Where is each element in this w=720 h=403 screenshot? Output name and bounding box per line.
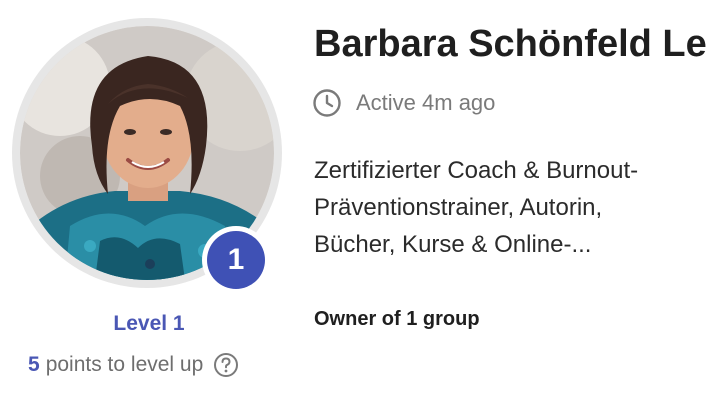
- member-bio: Zertifizierter Coach & Burnout- Präventi…: [314, 152, 708, 263]
- member-name[interactable]: Barbara Schönfeld Leb: [314, 22, 708, 66]
- level-badge: 1: [202, 226, 270, 294]
- owner-of-groups[interactable]: Owner of 1 group: [314, 308, 480, 331]
- question-circle-icon[interactable]: [213, 352, 239, 378]
- active-status: Active 4m ago: [312, 88, 495, 118]
- clock-icon: [312, 88, 342, 118]
- active-status-text: Active 4m ago: [356, 90, 496, 115]
- member-profile-card: 1 Level 1 5 points to level up Barbara S…: [0, 0, 720, 403]
- level-label: Level 1: [113, 312, 185, 335]
- bio-line: Präventionstrainer, Autorin,: [314, 194, 603, 221]
- points-to-level-up: 5 points to level up: [28, 352, 278, 378]
- bio-line: Zertifizierter Coach & Burnout-: [314, 157, 639, 184]
- level-badge-number: 1: [207, 231, 265, 289]
- points-number: 5: [28, 353, 40, 376]
- bio-line: Bücher, Kurse & Online-...: [314, 231, 592, 258]
- points-suffix: points to level up: [45, 353, 204, 376]
